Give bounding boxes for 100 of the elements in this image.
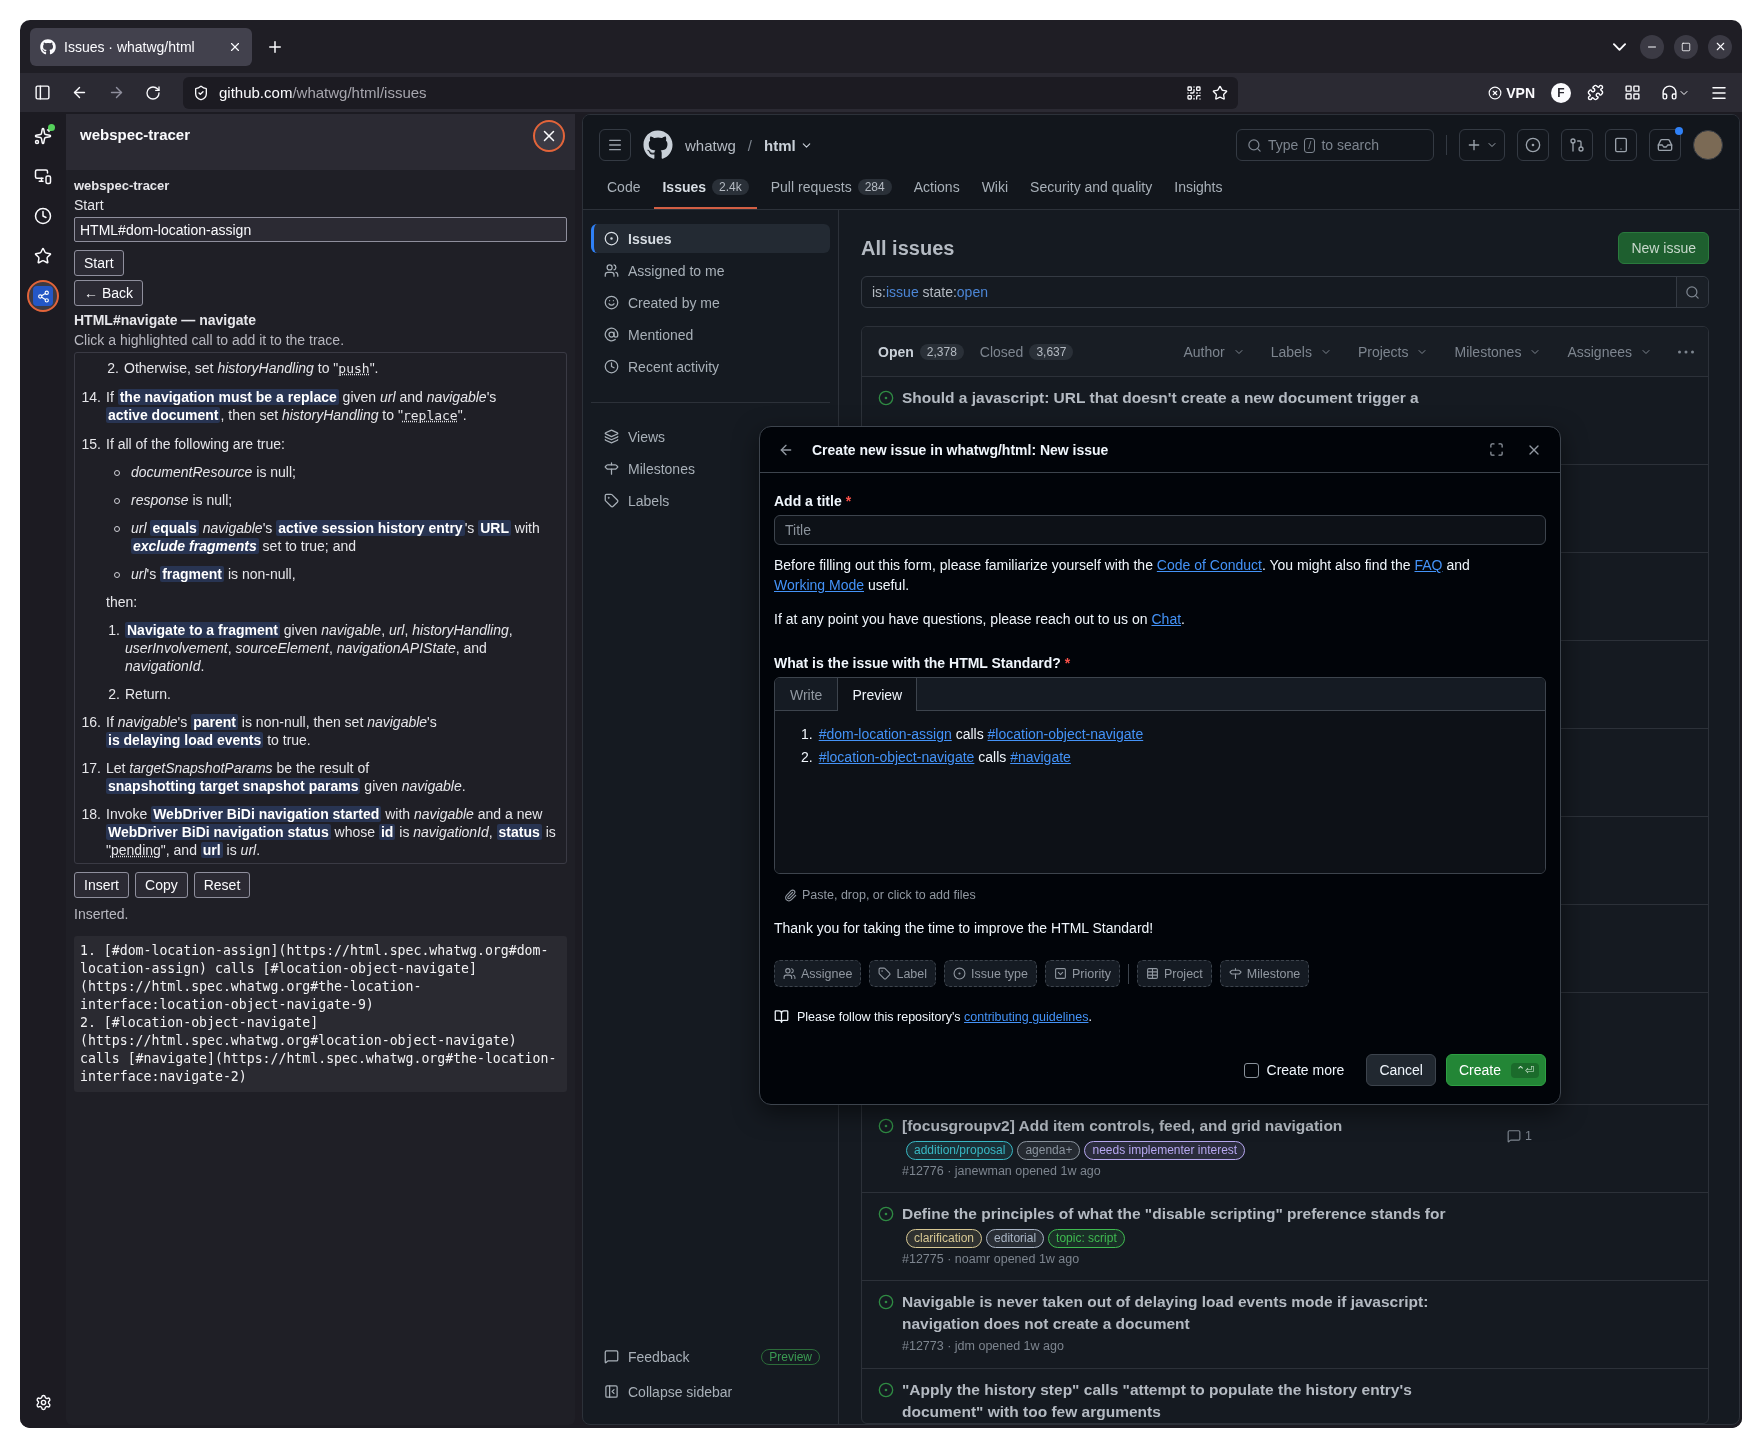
spec-call-link[interactable]: Navigate to a fragment — [125, 622, 280, 638]
spec-call-link[interactable]: fragment — [160, 566, 225, 582]
start-button[interactable]: Start — [74, 250, 124, 276]
spec-call-link[interactable]: id — [378, 824, 396, 840]
issue-title-link[interactable]: Should a javascript: URL that doesn't create a new document trigger a — [902, 387, 1477, 409]
repo-nav-tab[interactable]: Insights — [1166, 175, 1231, 209]
issues-button[interactable] — [1517, 129, 1549, 161]
repo-nav-tab[interactable]: Security and quality — [1022, 175, 1161, 209]
issue-label[interactable]: editorial — [986, 1229, 1045, 1248]
github-logo-icon[interactable] — [643, 130, 673, 160]
issue-label[interactable]: addition/proposal — [906, 1141, 1014, 1160]
issue-title-link[interactable]: Navigable is never taken out of delaying load events mode if javascript: navigation does not create a document — [902, 1291, 1477, 1335]
spec-call-link[interactable]: active document — [106, 407, 221, 423]
spec-call-link[interactable]: active session history entry — [276, 520, 465, 536]
spec-call-link[interactable]: exclude fragments — [131, 538, 259, 554]
spec-call-link[interactable]: WebDriver BiDi navigation started — [151, 806, 382, 822]
action-button[interactable]: Copy — [135, 872, 188, 898]
metadata-button[interactable]: Assignee — [774, 960, 862, 987]
text-link[interactable]: Working Mode — [774, 577, 864, 593]
repo-nav-tab[interactable]: Issues 2.4k — [654, 175, 757, 209]
spec-call-link[interactable]: is delaying load events — [106, 732, 264, 748]
back-button[interactable]: ← Back — [74, 280, 143, 306]
text-link[interactable]: Code of Conduct — [1156, 557, 1262, 573]
spec-call-link[interactable]: equals — [150, 520, 199, 536]
repo-nav-tab[interactable]: Wiki — [973, 175, 1017, 209]
issue-title-link[interactable]: Define the principles of what the "disable scripting" preference stands for — [902, 1203, 1477, 1225]
more-options-button[interactable] — [1678, 349, 1694, 354]
create-button[interactable]: Create ⌃⏎ — [1445, 1054, 1546, 1086]
create-more-checkbox[interactable]: Create more — [1243, 1062, 1345, 1078]
metadata-button[interactable]: Label — [869, 960, 937, 987]
collapse-sidebar-button[interactable]: Collapse sidebar — [591, 1377, 830, 1406]
title-input[interactable]: Title — [774, 515, 1546, 545]
filter-dropdown[interactable]: Labels — [1270, 343, 1332, 360]
sidebar-item[interactable]: Issues — [591, 224, 830, 253]
repo-nav-tab[interactable]: Pull requests 284 — [762, 175, 900, 209]
checkbox[interactable] — [1243, 1062, 1259, 1078]
issue-title-link[interactable]: [focusgroupv2] Add item controls, feed, and grid navigation — [902, 1115, 1477, 1137]
spec-call-link[interactable]: url — [200, 842, 223, 858]
spec-call-link[interactable]: snapshotting target snapshot params — [106, 778, 361, 794]
sidebar-item[interactable]: Mentioned — [591, 320, 830, 349]
metadata-button[interactable]: Milestone — [1219, 960, 1310, 987]
search-field[interactable]: Type / to search — [1236, 129, 1434, 161]
tracer-button[interactable] — [27, 280, 59, 312]
browser-tab[interactable]: Issues · whatwg/html — [30, 27, 252, 66]
repo-link[interactable]: html — [764, 136, 813, 154]
bookmark-star-icon[interactable] — [1212, 84, 1228, 101]
sidebar-item[interactable]: Recent activity — [591, 352, 830, 381]
issue-body-editor[interactable]: Write Preview 1. #dom-location-assign calls #location-object-navigate 2. #location-object-navigate calls #navigate — [774, 677, 1546, 874]
minimize-button[interactable] — [1640, 34, 1664, 59]
profile-button[interactable]: F — [1551, 82, 1571, 103]
action-button[interactable]: Reset — [193, 872, 251, 898]
state-tab[interactable]: Closed 3,637 — [977, 343, 1076, 360]
issue-label[interactable]: agenda+ — [1017, 1141, 1081, 1160]
metadata-button[interactable]: Priority — [1045, 960, 1120, 987]
anchor-link[interactable]: #dom-location-assign — [818, 726, 952, 742]
metadata-button[interactable]: Issue type — [944, 960, 1037, 987]
close-panel-button[interactable] — [533, 120, 565, 152]
issue-title-link[interactable]: "Apply the history step" calls "attempt to populate the history entry's document" with too few arguments — [902, 1379, 1477, 1423]
spec-call-link[interactable]: the navigation must be a replace — [117, 389, 339, 405]
repo-nav-tab[interactable]: Code — [599, 175, 649, 209]
filter-dropdown[interactable]: Milestones — [1454, 343, 1542, 360]
close-window-button[interactable] — [1708, 34, 1732, 59]
spec-call-link[interactable]: status — [496, 824, 542, 840]
inbox-button[interactable] — [1649, 129, 1681, 161]
avatar[interactable] — [1693, 130, 1723, 160]
new-issue-button[interactable]: New issue — [1618, 232, 1709, 264]
feedback-link[interactable]: Feedback Preview — [591, 1342, 830, 1371]
sidebar-item[interactable]: Created by me — [591, 288, 830, 317]
issue-search-field[interactable]: is:issue state:open — [861, 276, 1709, 308]
owner-link[interactable]: whatwg — [685, 136, 736, 154]
editor-tab[interactable]: Write — [775, 678, 838, 711]
filter-dropdown[interactable]: Author — [1183, 343, 1245, 360]
text-link[interactable]: FAQ — [1414, 557, 1443, 573]
issue-label[interactable]: clarification — [906, 1229, 983, 1248]
issue-label[interactable]: needs implementer interest — [1084, 1141, 1246, 1160]
address-bar[interactable]: github.com/whatwg/html/issues — [183, 76, 1238, 109]
anchor-link[interactable]: #location-object-navigate — [987, 726, 1144, 742]
cancel-button[interactable]: Cancel — [1366, 1054, 1436, 1086]
search-button[interactable] — [1676, 277, 1708, 307]
state-tab[interactable]: Open 2,378 — [876, 343, 966, 360]
anchor-link[interactable]: #location-object-navigate — [818, 749, 975, 765]
editor-tab[interactable]: Preview — [837, 678, 918, 711]
sidebar-item[interactable]: Assigned to me — [591, 256, 830, 285]
issue-label[interactable]: topic: script — [1048, 1229, 1125, 1248]
filter-dropdown[interactable]: Projects — [1357, 343, 1429, 360]
create-menu-button[interactable] — [1459, 129, 1505, 161]
metadata-button[interactable]: Project — [1136, 960, 1212, 987]
vpn-button[interactable]: VPN — [1484, 82, 1539, 103]
repo-nav-tab[interactable]: Actions — [905, 175, 968, 209]
maximize-button[interactable] — [1674, 34, 1698, 59]
filter-dropdown[interactable]: Assignees — [1567, 343, 1652, 360]
device-button[interactable] — [1605, 129, 1637, 161]
action-button[interactable]: Insert — [74, 872, 129, 898]
spec-call-link[interactable]: WebDriver BiDi navigation status — [106, 824, 331, 840]
spec-call-link[interactable]: URL — [478, 520, 511, 536]
anchor-link[interactable]: #navigate — [1010, 749, 1071, 765]
start-input[interactable]: HTML#dom-location-assign — [74, 217, 567, 242]
attach-files-button[interactable]: Paste, drop, or click to add files — [774, 888, 986, 902]
pull-requests-button[interactable] — [1561, 129, 1593, 161]
qr-code-icon[interactable] — [1186, 84, 1202, 101]
